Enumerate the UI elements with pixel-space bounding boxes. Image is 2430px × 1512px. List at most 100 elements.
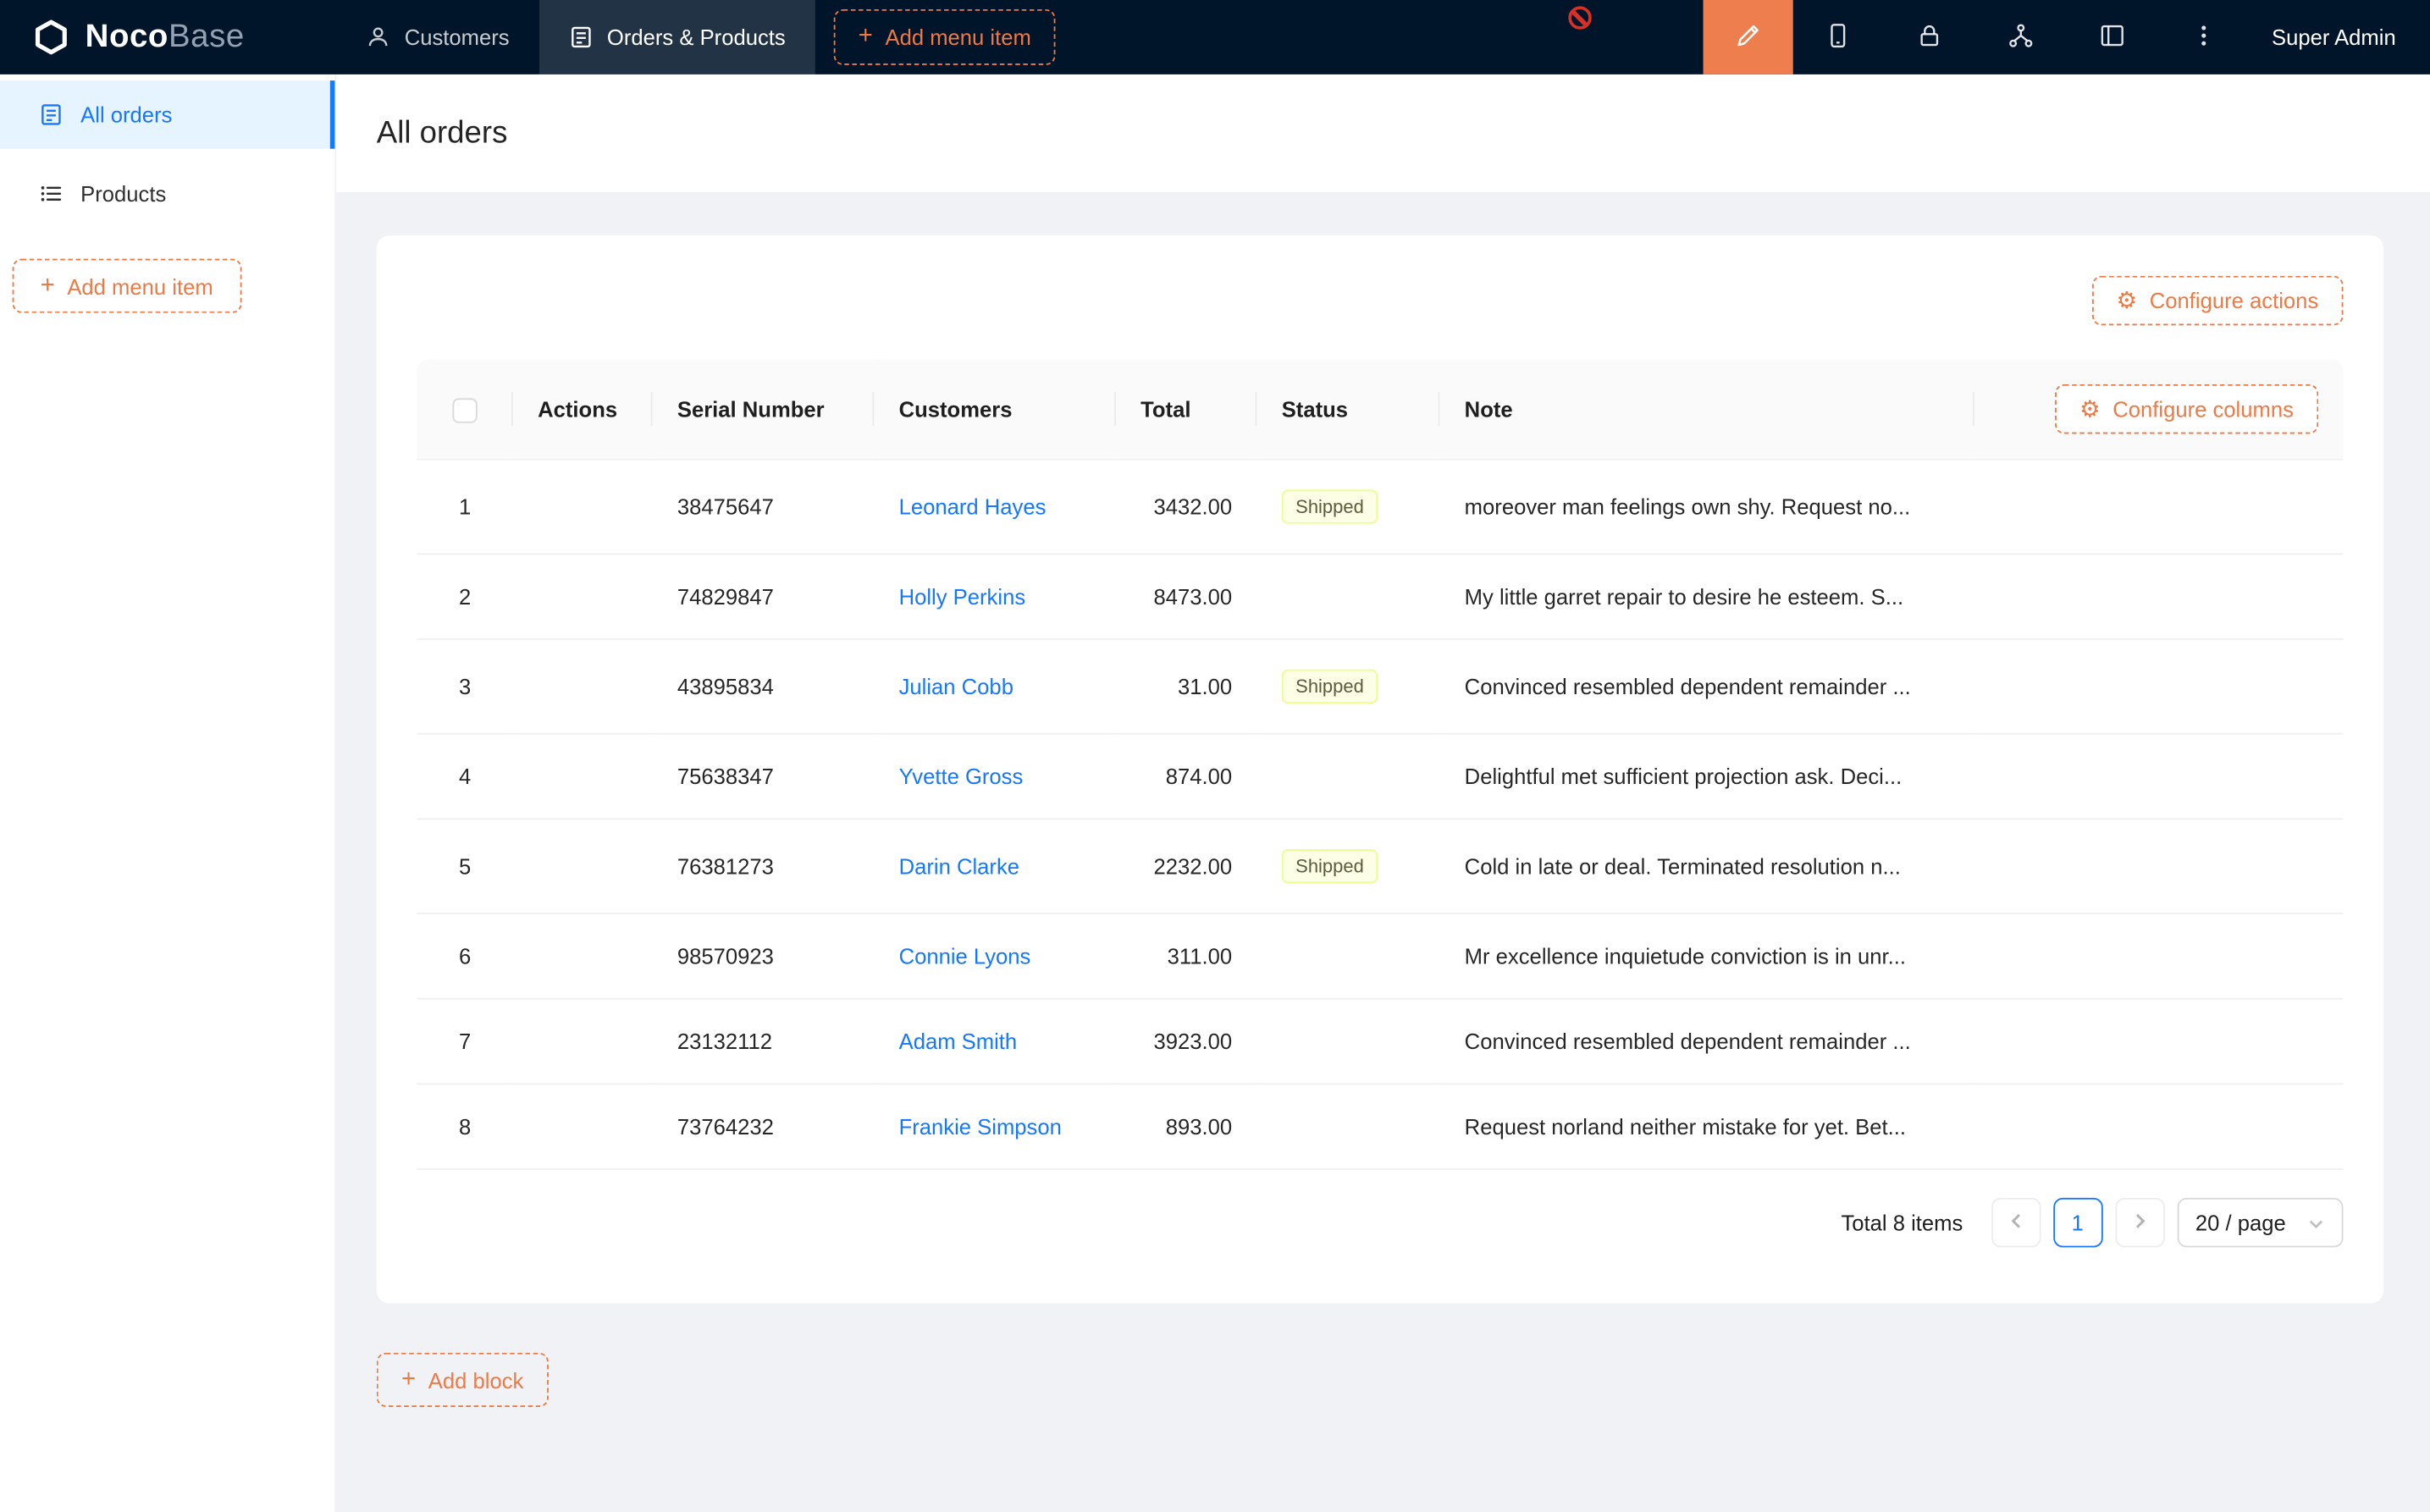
- table-row[interactable]: 4 75638347 Yvette Gross 874.00 Delightfu…: [417, 734, 2343, 819]
- customer-link[interactable]: Connie Lyons: [899, 944, 1031, 968]
- customer-link[interactable]: Darin Clarke: [899, 854, 1019, 879]
- add-menu-item-label: Add menu item: [885, 25, 1030, 49]
- table-row[interactable]: 5 76381273 Darin Clarke 2232.00 Shipped …: [417, 819, 2343, 913]
- logo-text-light: Base: [168, 19, 245, 54]
- configure-columns-label: Configure columns: [2112, 397, 2294, 422]
- gear-icon: ⚙: [2117, 289, 2138, 312]
- customer-link[interactable]: Leonard Hayes: [899, 494, 1047, 519]
- total-cell: 874.00: [1116, 734, 1257, 819]
- chevron-right-icon: [2130, 1211, 2149, 1233]
- actions-cell: [513, 639, 653, 734]
- mobile-button[interactable]: [1792, 0, 1884, 74]
- blocked-cursor-icon: [1568, 6, 1591, 29]
- api-button[interactable]: [1975, 0, 2067, 74]
- status-tag: Shipped: [1282, 849, 1378, 883]
- chevron-left-icon: [2007, 1211, 2025, 1233]
- column-header-status[interactable]: Status: [1256, 360, 1439, 460]
- customer-link[interactable]: Holly Perkins: [899, 584, 1026, 609]
- total-cell: 31.00: [1116, 639, 1257, 734]
- status-tag: Shipped: [1282, 670, 1378, 704]
- customer-link[interactable]: Frankie Simpson: [899, 1114, 1062, 1139]
- config-cell: [1974, 1084, 2344, 1169]
- pagination-page-1[interactable]: 1: [2053, 1198, 2103, 1248]
- page-title: All orders: [377, 115, 508, 151]
- note-cell: moreover man feelings own shy. Request n…: [1439, 460, 1974, 555]
- table-row[interactable]: 1 38475647 Leonard Hayes 3432.00 Shipped…: [417, 460, 2343, 555]
- configure-columns-button[interactable]: ⚙ Configure columns: [2055, 384, 2319, 434]
- logo-text: NocoBase: [86, 19, 245, 56]
- sidebar-item-all-orders[interactable]: All orders: [0, 80, 334, 149]
- lock-button[interactable]: [1884, 0, 1975, 74]
- table-row[interactable]: 8 73764232 Frankie Simpson 893.00 Reques…: [417, 1084, 2343, 1169]
- status-cell: Shipped: [1256, 819, 1439, 913]
- customer-link[interactable]: Adam Smith: [899, 1029, 1018, 1053]
- gear-icon: ⚙: [2079, 397, 2101, 420]
- orders-table-card: ⚙ Configure actions Actions: [377, 235, 2383, 1303]
- row-index: 6: [459, 944, 471, 968]
- add-block-button[interactable]: + Add block: [377, 1353, 549, 1407]
- app: NocoBase Customers Orders & Products: [0, 0, 2430, 1512]
- column-header-serial-number[interactable]: Serial Number: [653, 360, 875, 460]
- sidebar-item-label: Products: [80, 181, 166, 206]
- pagination-total: Total 8 items: [1841, 1211, 1963, 1235]
- card-toolbar: ⚙ Configure actions: [417, 276, 2343, 326]
- table-row[interactable]: 3 43895834 Julian Cobb 31.00 Shipped Con…: [417, 639, 2343, 734]
- table-row[interactable]: 6 98570923 Connie Lyons 311.00 Mr excell…: [417, 913, 2343, 999]
- status-cell: [1256, 999, 1439, 1084]
- page-header: All orders: [336, 74, 2430, 192]
- add-menu-item-button-top[interactable]: + Add menu item: [833, 9, 1056, 65]
- config-cell: [1974, 639, 2344, 734]
- note-cell: My little garret repair to desire he est…: [1439, 554, 1974, 639]
- add-menu-item-label: Add menu item: [67, 273, 213, 298]
- api-icon: [2008, 21, 2035, 53]
- note-cell: Request norland neither mistake for yet.…: [1439, 1084, 1974, 1169]
- status-cell: Shipped: [1256, 460, 1439, 555]
- table-row[interactable]: 7 23132112 Adam Smith 3923.00 Convinced …: [417, 999, 2343, 1084]
- page-size-select[interactable]: 20 / page: [2177, 1198, 2344, 1248]
- add-menu-item-button-sidebar[interactable]: + Add menu item: [13, 259, 241, 313]
- column-header-total[interactable]: Total: [1116, 360, 1257, 460]
- total-cell: 8473.00: [1116, 554, 1257, 639]
- orders-icon: [568, 25, 593, 49]
- total-cell: 311.00: [1116, 913, 1257, 999]
- row-index: 3: [459, 674, 471, 698]
- table-row[interactable]: 2 74829847 Holly Perkins 8473.00 My litt…: [417, 554, 2343, 639]
- column-header-note[interactable]: Note: [1439, 360, 1974, 460]
- more-button[interactable]: [2158, 0, 2250, 74]
- serial-cell: 75638347: [653, 734, 875, 819]
- plus-icon: +: [401, 1367, 416, 1392]
- column-header-customers[interactable]: Customers: [874, 360, 1116, 460]
- ui-editor-button[interactable]: [1703, 0, 1792, 74]
- pagination: Total 8 items 1: [417, 1198, 2343, 1248]
- mobile-icon: [1825, 21, 1853, 53]
- orders-table: Actions Serial Number Customers Total St…: [417, 360, 2343, 1170]
- configure-actions-label: Configure actions: [2150, 288, 2318, 312]
- config-cell: [1974, 554, 2344, 639]
- main: All orders ⚙ Configure actions: [336, 74, 2430, 1512]
- user-menu[interactable]: Super Admin: [2250, 0, 2430, 74]
- nav-item-label: Orders & Products: [607, 25, 786, 49]
- serial-cell: 38475647: [653, 460, 875, 555]
- column-header-config: ⚙ Configure columns: [1974, 360, 2344, 460]
- body: All orders Products + Add menu item All …: [0, 74, 2430, 1512]
- sidebar-item-products[interactable]: Products: [0, 160, 334, 229]
- configure-actions-button[interactable]: ⚙ Configure actions: [2091, 276, 2343, 326]
- column-header-actions[interactable]: Actions: [513, 360, 653, 460]
- pagination-next-button[interactable]: [2115, 1198, 2165, 1248]
- sidebar-item-label: All orders: [80, 102, 172, 127]
- total-cell: 893.00: [1116, 1084, 1257, 1169]
- logo[interactable]: NocoBase: [0, 0, 336, 74]
- customer-link[interactable]: Julian Cobb: [899, 674, 1013, 698]
- pagination-prev-button[interactable]: [1991, 1198, 2041, 1248]
- status-cell: [1256, 734, 1439, 819]
- logo-text-bold: Noco: [86, 19, 168, 54]
- nav-item-customers[interactable]: Customers: [336, 0, 538, 74]
- customer-link[interactable]: Yvette Gross: [899, 764, 1024, 788]
- plus-icon: +: [41, 273, 55, 298]
- layout-button[interactable]: [2067, 0, 2158, 74]
- lock-icon: [1916, 21, 1944, 53]
- actions-cell: [513, 999, 653, 1084]
- select-all-checkbox[interactable]: [452, 398, 477, 422]
- nav-item-orders-products[interactable]: Orders & Products: [538, 0, 815, 74]
- actions-cell: [513, 1084, 653, 1169]
